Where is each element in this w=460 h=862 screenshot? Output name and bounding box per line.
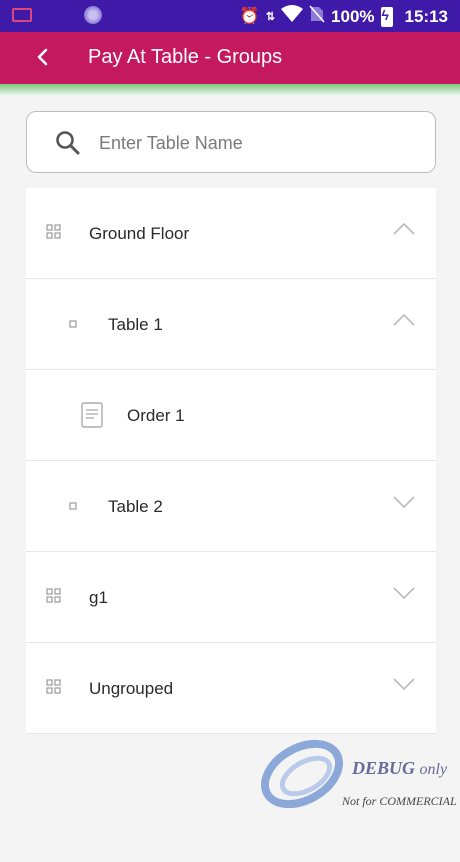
tree-item-label: Ungrouped (89, 679, 174, 698)
chevron-down-icon[interactable] (392, 494, 416, 510)
clock: 15:13 (404, 6, 448, 26)
receipt-icon (81, 402, 103, 428)
battery-level: 100% (331, 6, 375, 26)
chevron-down-icon[interactable] (392, 585, 416, 601)
battery-charging-icon (380, 6, 393, 27)
tree-item-label: Ground Floor (89, 224, 190, 243)
watermark-line1: DEBUG only (352, 758, 448, 778)
app-bar: Pay At Table - Groups (0, 32, 460, 84)
back-button[interactable] (30, 44, 56, 70)
page-title: Pay At Table - Groups (88, 46, 283, 68)
table-icon (69, 502, 77, 510)
chevron-up-icon[interactable] (392, 312, 416, 328)
tree-item-ungrouped[interactable]: Ungrouped (26, 643, 436, 734)
debug-watermark: DEBUG only Not for COMMERCIAL (256, 736, 460, 848)
search-input[interactable] (99, 124, 419, 162)
search-icon (56, 131, 80, 155)
data-arrows-icon: ⇅ (265, 10, 276, 23)
group-icon (46, 679, 61, 694)
tree-item-table-1[interactable]: Table 1 (26, 279, 436, 370)
tree-item-label: Order 1 (127, 406, 185, 425)
chevron-down-icon[interactable] (392, 676, 416, 692)
group-icon (46, 588, 61, 603)
tree-item-table-2[interactable]: Table 2 (26, 461, 436, 552)
watermark-line2: Not for COMMERCIAL (342, 794, 457, 808)
wifi-icon (281, 5, 304, 28)
tree-item-label: Table 1 (108, 315, 163, 334)
watermark-logo-icon (261, 739, 343, 809)
tree-item-label: Table 2 (108, 497, 163, 516)
tree-item-label: g1 (89, 588, 108, 607)
tree-item-ground-floor[interactable]: Ground Floor (26, 188, 436, 279)
status-bar: ⏰ ⇅ 100% 15:13 (0, 0, 460, 32)
chevron-up-icon[interactable] (392, 221, 416, 237)
app-bar-accent (0, 84, 460, 98)
tree-item-order-1[interactable]: Order 1 (26, 370, 436, 461)
search-box (26, 111, 436, 173)
group-tree: Ground Floor Table 1 Order 1 Table 2 g1 … (26, 188, 436, 734)
table-icon (69, 320, 77, 328)
tree-item-g1[interactable]: g1 (26, 552, 436, 643)
message-icon (12, 8, 32, 22)
dots-icon (84, 6, 102, 24)
no-sim-icon (309, 5, 325, 28)
group-icon (46, 224, 61, 239)
chevron-left-icon (37, 48, 48, 66)
alarm-icon: ⏰ (239, 7, 260, 25)
